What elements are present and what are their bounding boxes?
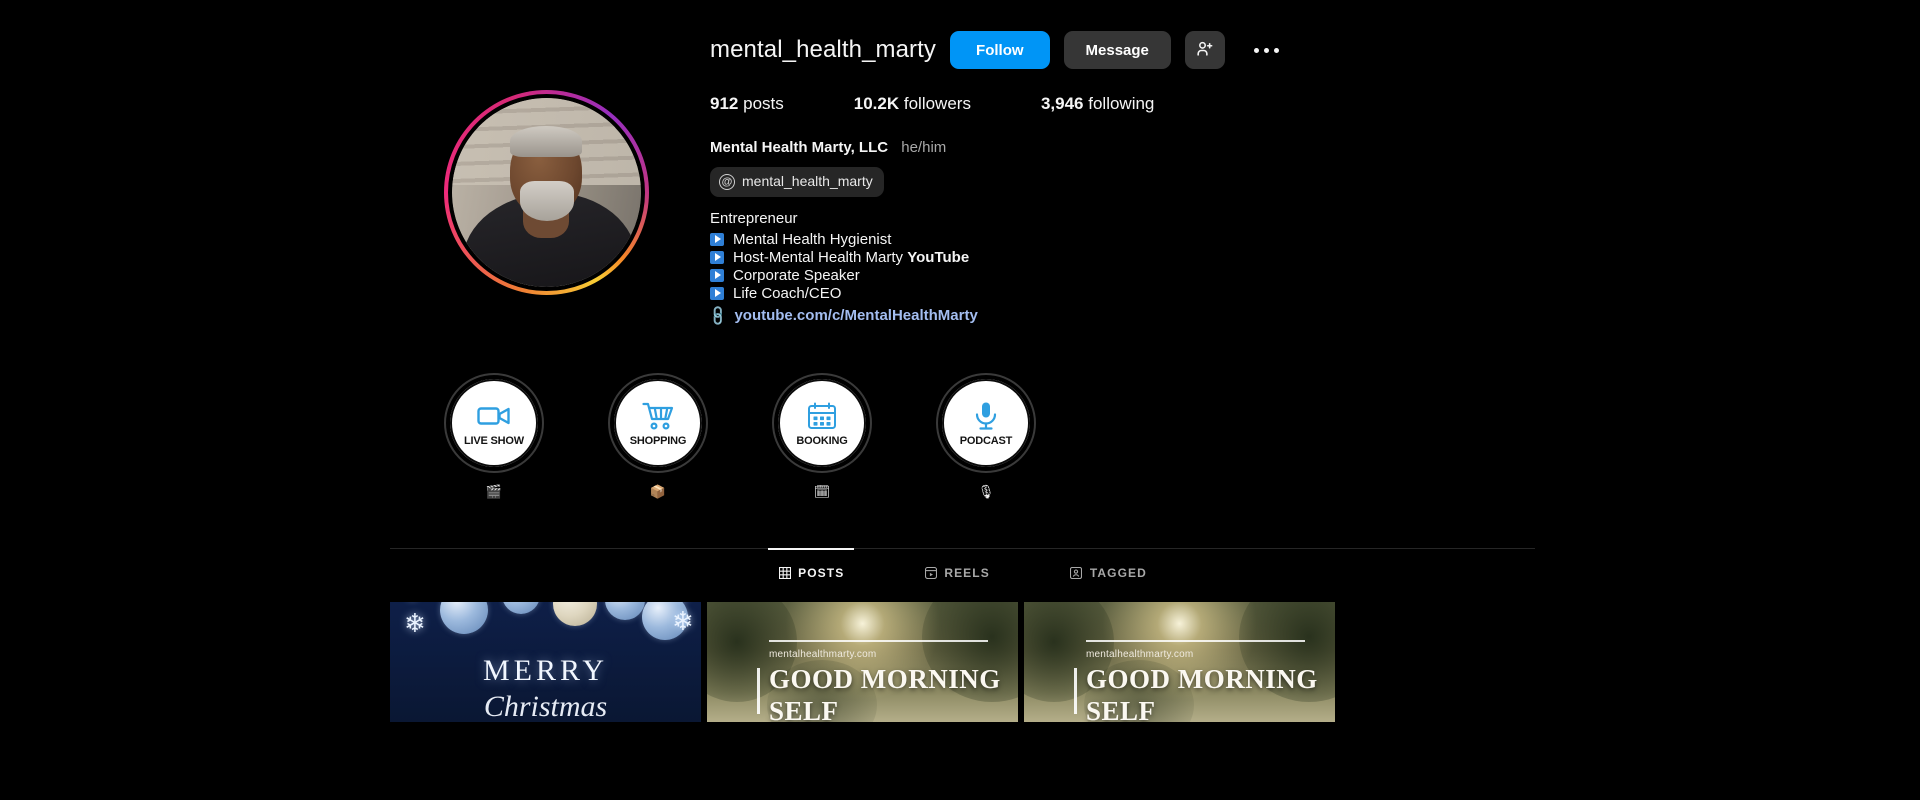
link-chain-icon: 🔗 [706,303,730,328]
bio-section: Mental Health Marty, LLC he/him @ mental… [706,137,1535,328]
tagged-icon [1070,566,1083,579]
post-grid: ❄ ❅ ❄ ❅ MERRY Christmas mentalhealthmart… [390,601,1535,722]
profile-tabs-bar: POSTS REELS TAGGED [390,547,1535,594]
posts-count: 912 [710,94,739,113]
tab-posts[interactable]: POSTS [768,547,855,594]
play-button-emoji [710,268,724,282]
grid-icon [778,566,791,579]
highlight-cover: PODCAST [942,378,1030,467]
calendar-icon [807,399,837,433]
stat-followers[interactable]: 10.2K followers [854,94,971,114]
highlight-ring: SHOPPING [608,372,708,473]
pronouns: he/him [901,139,947,156]
bio-line: Life Coach/CEO [710,284,1535,302]
avatar-column [390,28,702,327]
highlight-booking[interactable]: BOOKING 🗓 [766,372,878,500]
highlight-ring: BOOKING [772,372,872,473]
profile-header: mental_health_marty Follow Message 912 p… [390,0,1535,327]
highlight-cover-text: SHOPPING [629,434,687,447]
profile-photo [451,98,641,287]
tab-reels[interactable]: REELS [914,549,1000,594]
post-thumbnail[interactable]: mentalhealthmarty.com GOOD MORNING SELF [1024,601,1335,722]
highlight-cover-text: LIVE SHOW [464,434,524,447]
bio-line-text: Mental Health Hygienist [733,230,892,248]
post-title: GOOD MORNING [1086,663,1318,694]
post-title: GOOD MORNING [769,663,1001,694]
bio-line-text: Corporate Speaker [733,266,860,284]
message-button[interactable]: Message [1063,31,1171,69]
display-name: Mental Health Marty, LLC [710,139,889,156]
bio-line-bold: YouTube [907,248,970,266]
following-count: 3,946 [1040,94,1084,113]
profile-container: mental_health_marty Follow Message 912 p… [390,0,1535,800]
profile-tabs: POSTS REELS TAGGED [390,547,1535,594]
highlight-podcast[interactable]: PODCAST 🎙 [930,372,1042,500]
highlight-cover: LIVE SHOW [450,378,538,467]
highlight-shopping[interactable]: SHOPPING 📦 [602,372,714,500]
display-name-row: Mental Health Marty, LLC he/him [710,137,1535,158]
followers-label: followers [903,94,971,113]
threads-icon: @ [719,174,735,191]
bio-line: Corporate Speaker [710,266,1535,284]
following-label: following [1088,94,1155,113]
tab-tagged[interactable]: TAGGED [1060,549,1157,594]
play-button-emoji [710,232,724,246]
profile-info-column: mental_health_marty Follow Message 912 p… [702,28,1535,327]
shopping-cart-icon [642,399,674,433]
play-button-emoji [710,250,724,264]
bio-link[interactable]: youtube.com/c/MentalHealthMarty [734,305,977,326]
person-add-button[interactable] [1184,31,1225,69]
stats-row: 912 posts 10.2K followers 3,946 followin… [710,94,1535,114]
post-subtitle: SELF [1086,695,1156,722]
more-options-icon [1254,47,1260,53]
bio-text-block: Entrepreneur Mental Health Hygienist Hos… [706,208,1535,328]
threads-handle: mental_health_marty [742,173,873,190]
highlight-cover: SHOPPING [614,378,702,467]
highlight-live-show[interactable]: LIVE SHOW 🎬 [438,372,550,500]
bio-line: Host-Mental Health Marty YouTube [710,248,1535,266]
highlight-label: 🗓 [813,484,831,500]
tab-label: POSTS [798,565,845,580]
microphone-icon [973,399,999,433]
post-thumbnail[interactable]: ❄ ❅ ❄ ❅ MERRY Christmas [390,601,701,722]
more-options-button[interactable] [1245,31,1289,69]
follow-button[interactable]: Follow [950,31,1050,69]
bio-line-text: Life Coach/CEO [733,284,842,302]
post-watermark: mentalhealthmarty.com [1086,648,1194,660]
bio-line: Mental Health Hygienist [710,230,1535,248]
instagram-profile-page: mental_health_marty Follow Message 912 p… [0,0,1920,800]
play-button-emoji [710,286,724,300]
tab-label: TAGGED [1089,565,1147,580]
highlight-label: 🎬 [485,484,503,500]
bio-line-text: Host-Mental Health Marty [733,248,908,266]
person-add-icon [1195,39,1214,61]
bio-category: Entrepreneur [710,210,798,228]
post-subtitle: Christmas [483,689,608,722]
story-highlights: LIVE SHOW 🎬 SHOPPING 📦 BOOKING 🗓 PODCAST… [390,372,1535,500]
highlight-ring: LIVE SHOW [444,372,544,473]
tab-label: REELS [944,565,990,580]
page-title: mental_health_marty [710,36,937,63]
post-title: MERRY [482,653,609,687]
highlight-label: 🎙 [977,484,995,500]
post-watermark: mentalhealthmarty.com [769,648,877,660]
stat-posts: 912 posts [710,94,784,114]
highlight-ring: PODCAST [936,372,1036,473]
highlight-cover-text: BOOKING [796,434,848,447]
followers-count: 10.2K [853,94,900,113]
stat-following[interactable]: 3,946 following [1041,94,1154,114]
username-row: mental_health_marty Follow Message [710,28,1535,72]
reels-icon [924,566,937,579]
highlight-label: 📦 [649,484,667,500]
avatar-story-ring[interactable] [443,90,649,295]
threads-badge[interactable]: @ mental_health_marty [710,167,884,198]
post-thumbnail[interactable]: mentalhealthmarty.com GOOD MORNING SELF [707,601,1018,722]
video-camera-icon [477,399,511,433]
highlight-cover-text: PODCAST [959,434,1013,447]
posts-label: posts [743,94,784,113]
avatar[interactable] [447,94,645,291]
bio-link-row[interactable]: 🔗 youtube.com/c/MentalHealthMarty [706,304,1535,328]
post-subtitle: SELF [769,695,839,722]
highlight-cover: BOOKING [778,378,866,467]
